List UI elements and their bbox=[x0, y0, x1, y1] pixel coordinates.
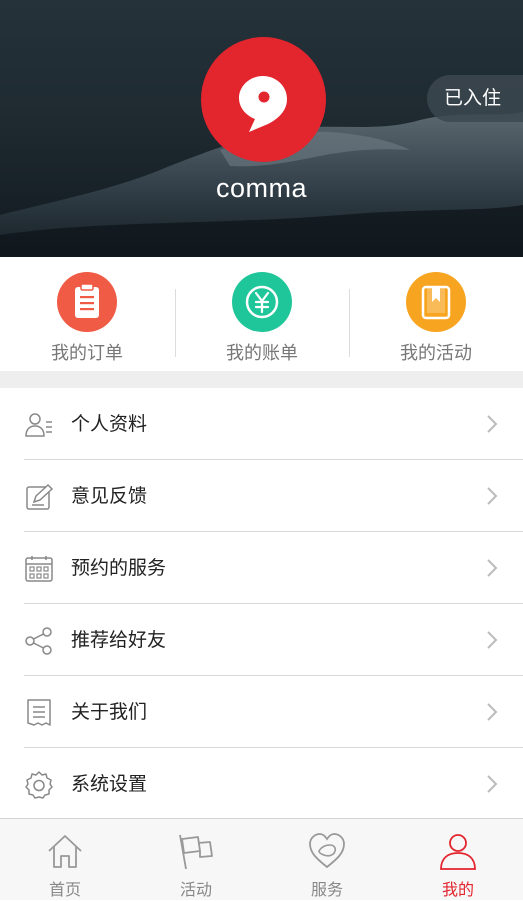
flag-icon bbox=[179, 834, 213, 870]
settings-menu: 个人资料 意见反馈 预约的服务 推荐给好友 关于我们 系统设置 bbox=[0, 388, 523, 820]
chevron-right-icon bbox=[487, 775, 498, 793]
menu-item-label: 预约的服务 bbox=[71, 557, 167, 579]
avatar[interactable] bbox=[201, 37, 326, 162]
tab-label: 活动 bbox=[179, 880, 212, 899]
status-badge[interactable]: 已入住 bbox=[427, 75, 523, 122]
calendar-icon bbox=[25, 556, 53, 582]
chevron-right-icon bbox=[487, 415, 498, 433]
menu-item-profile[interactable]: 个人资料 bbox=[0, 388, 523, 460]
share-icon bbox=[25, 627, 52, 655]
menu-item-booked-services[interactable]: 预约的服务 bbox=[0, 532, 523, 604]
edit-note-icon bbox=[26, 483, 54, 510]
menu-item-label: 系统设置 bbox=[71, 773, 148, 795]
bookmark-book-icon bbox=[406, 272, 466, 332]
section-gap bbox=[0, 371, 523, 388]
clipboard-icon bbox=[57, 272, 117, 332]
user-icon bbox=[440, 834, 476, 870]
my-bills-button[interactable]: 我的账单 bbox=[175, 257, 349, 371]
tab-label: 服务 bbox=[310, 880, 343, 899]
chevron-right-icon bbox=[487, 487, 498, 505]
profile-icon bbox=[25, 413, 52, 437]
menu-item-label: 关于我们 bbox=[71, 701, 148, 723]
chat-bubble-logo-icon bbox=[239, 76, 287, 132]
heart-icon bbox=[309, 833, 345, 869]
chevron-right-icon bbox=[487, 703, 498, 721]
bottom-tab-bar: 首页 活动 服务 我的 bbox=[0, 818, 523, 900]
yen-icon bbox=[232, 272, 292, 332]
chevron-right-icon bbox=[487, 559, 498, 577]
menu-item-feedback[interactable]: 意见反馈 bbox=[0, 460, 523, 532]
tab-mine[interactable]: 我的 bbox=[393, 819, 523, 901]
document-icon bbox=[27, 699, 51, 726]
my-activities-button[interactable]: 我的活动 bbox=[349, 257, 523, 371]
tab-services[interactable]: 服务 bbox=[262, 819, 392, 901]
my-orders-button[interactable]: 我的订单 bbox=[0, 257, 174, 371]
menu-item-about[interactable]: 关于我们 bbox=[0, 676, 523, 748]
username: comma bbox=[215, 173, 307, 203]
menu-item-recommend[interactable]: 推荐给好友 bbox=[0, 604, 523, 676]
home-icon bbox=[48, 835, 82, 868]
chevron-right-icon bbox=[487, 631, 498, 649]
menu-item-label: 意见反馈 bbox=[71, 485, 148, 507]
gear-icon bbox=[25, 771, 53, 799]
tab-home[interactable]: 首页 bbox=[0, 819, 130, 901]
quick-actions: 我的订单 我的账单 我的活动 bbox=[0, 257, 523, 371]
tab-label: 首页 bbox=[48, 880, 81, 899]
menu-item-label: 个人资料 bbox=[71, 413, 148, 435]
menu-item-label: 推荐给好友 bbox=[71, 629, 167, 651]
tab-label: 我的 bbox=[441, 880, 474, 899]
tab-activities[interactable]: 活动 bbox=[131, 819, 261, 901]
my-bills-label: 我的账单 bbox=[226, 343, 298, 364]
profile-header: comma 已入住 bbox=[0, 0, 523, 257]
menu-item-settings[interactable]: 系统设置 bbox=[0, 748, 523, 820]
my-orders-label: 我的订单 bbox=[51, 343, 123, 364]
my-activities-label: 我的活动 bbox=[400, 343, 472, 364]
